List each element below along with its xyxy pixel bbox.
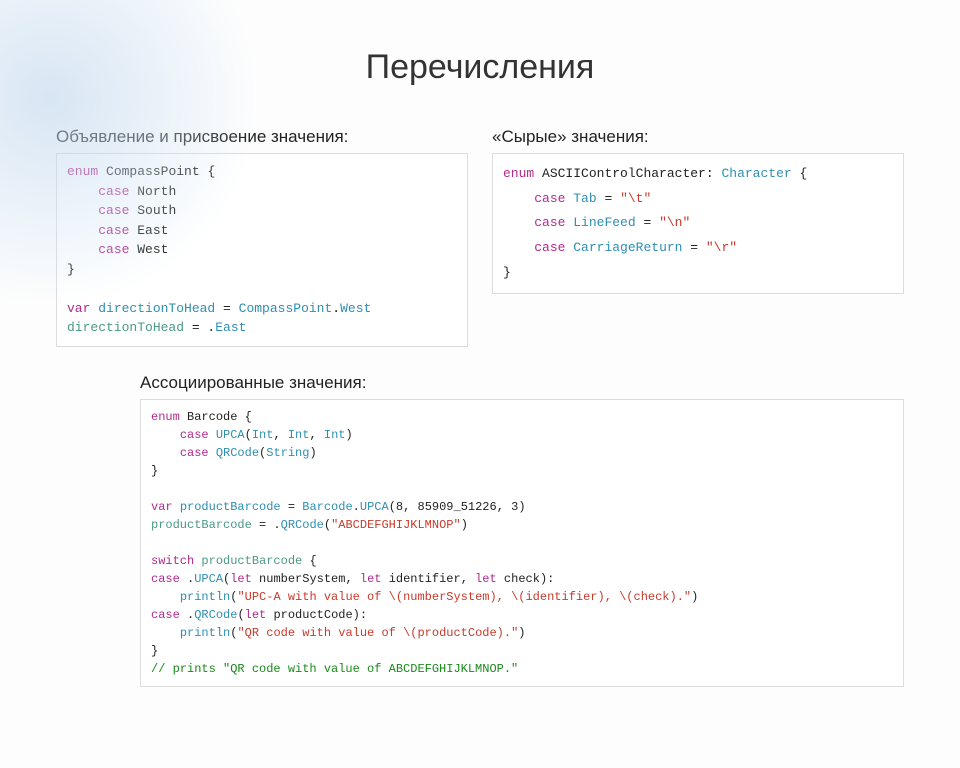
slide-title: Перечисления: [0, 48, 960, 87]
block-raw-values: «Сырые» значения: enum ASCIIControlChara…: [492, 127, 904, 294]
label-declaration: Объявление и присвоение значения:: [56, 127, 468, 147]
label-associated-values: Ассоциированные значения:: [140, 373, 904, 393]
code-associated-values: enum Barcode { case UPCA(Int, Int, Int) …: [140, 399, 904, 687]
label-raw-values: «Сырые» значения:: [492, 127, 904, 147]
code-declaration: enum CompassPoint { case North case Sout…: [56, 153, 468, 347]
code-raw-values: enum ASCIIControlCharacter: Character { …: [492, 153, 904, 294]
block-declaration: Объявление и присвоение значения: enum C…: [56, 127, 468, 347]
block-associated-values: Ассоциированные значения: enum Barcode {…: [0, 373, 960, 687]
